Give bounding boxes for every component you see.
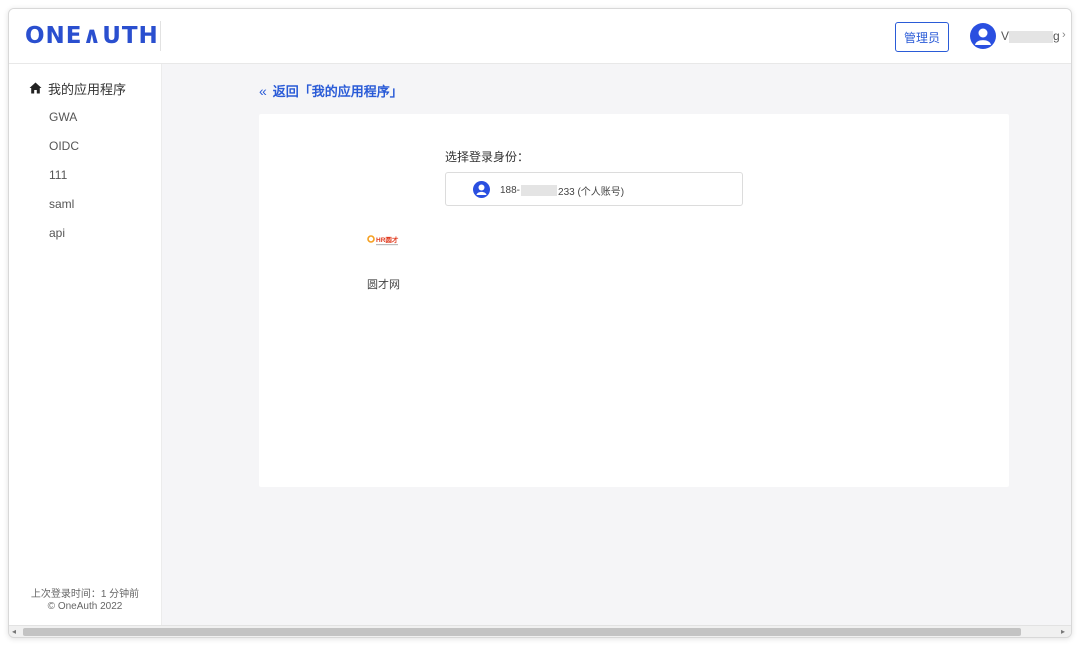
identity-account-text: 188- 233 (个人账号) bbox=[500, 183, 624, 198]
yuancai-logo-icon[interactable]: HR圆才 bbox=[367, 234, 401, 248]
identity-phone-redacted bbox=[521, 185, 558, 196]
identity-phone-prefix: 188- bbox=[500, 185, 521, 196]
identity-option-personal[interactable]: 188- 233 (个人账号) bbox=[445, 172, 743, 206]
scroll-left-arrow-icon[interactable]: ◂ bbox=[12, 627, 16, 637]
admin-button[interactable]: 管理员 bbox=[895, 22, 949, 52]
sidebar-item-gwa[interactable]: GWA bbox=[49, 110, 77, 126]
sidebar-item-saml[interactable]: saml bbox=[49, 197, 74, 213]
chevron-down-icon[interactable]: › bbox=[1062, 29, 1066, 41]
app-name[interactable]: 圆才网 bbox=[367, 276, 400, 292]
copyright: © OneAuth 2022 bbox=[47, 601, 123, 612]
identity-selection-card: 选择登录身份： 188- 233 (个人账号) HR圆才 圆才网 bbox=[259, 114, 1009, 487]
oneauth-logo[interactable]: ONE∧UTH bbox=[25, 23, 159, 49]
sidebar-item-111[interactable]: 111 bbox=[49, 168, 67, 184]
double-chevron-left-icon: « bbox=[259, 82, 267, 99]
user-avatar-icon[interactable] bbox=[970, 23, 996, 49]
back-to-my-apps-link[interactable]: « 返回「我的应用程序」 bbox=[259, 81, 403, 100]
sidebar-item-label: 我的应用程序 bbox=[48, 81, 127, 97]
sidebar-item-api[interactable]: api bbox=[49, 226, 65, 242]
logo-divider bbox=[160, 21, 161, 51]
sidebar-item-my-apps[interactable]: 我的应用程序 bbox=[29, 79, 126, 97]
user-name-redacted bbox=[1009, 30, 1054, 43]
scroll-right-arrow-icon[interactable]: ▸ bbox=[1061, 627, 1065, 637]
top-header: ONE∧UTH 管理员 Vg › bbox=[9, 9, 1071, 64]
horizontal-scrollbar[interactable]: ◂ ▸ bbox=[9, 625, 1071, 637]
browser-window: ONE∧UTH 管理员 Vg › 我的应用程序 GWA OIDC 111 sam… bbox=[8, 8, 1072, 638]
user-icon bbox=[473, 181, 490, 198]
sidebar-item-oidc[interactable]: OIDC bbox=[49, 139, 79, 155]
sidebar: 我的应用程序 GWA OIDC 111 saml api 上次登录时间：1 分钟… bbox=[9, 64, 162, 625]
back-link-label: 返回「我的应用程序」 bbox=[272, 84, 403, 99]
select-identity-label: 选择登录身份： bbox=[445, 150, 530, 164]
svg-text:HR圆才: HR圆才 bbox=[376, 235, 399, 244]
user-name-end: g bbox=[1053, 29, 1059, 43]
user-name[interactable]: Vg bbox=[1001, 29, 1059, 43]
last-login-time: 上次登录时间：1 分钟前 bbox=[30, 589, 140, 600]
scrollbar-thumb[interactable] bbox=[23, 628, 1021, 636]
identity-phone-suffix: 233 (个人账号) bbox=[558, 187, 625, 198]
home-icon bbox=[29, 82, 42, 94]
user-name-start: V bbox=[1001, 29, 1010, 43]
